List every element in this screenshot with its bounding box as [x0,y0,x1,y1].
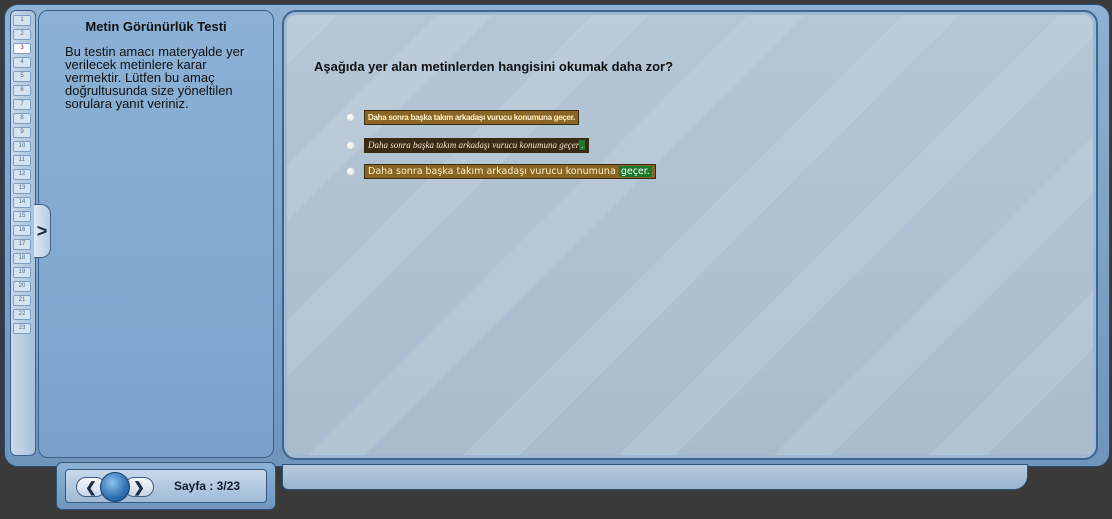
radio-button[interactable] [346,167,355,176]
page-tab[interactable]: 4 [13,57,31,68]
option-text: Daha sonra başka takım arkadaşı vurucu k… [364,164,656,179]
chevron-right-icon: ❯ [133,478,145,495]
page-tab[interactable]: 11 [13,155,31,166]
page-tab[interactable]: 13 [13,183,31,194]
page-indicator: Sayfa : 3/23 [174,479,241,493]
page-tab[interactable]: 12 [13,169,31,180]
page-tab[interactable]: 18 [13,253,31,264]
nav-knob[interactable] [100,472,130,502]
page-tab[interactable]: 2 [13,29,31,40]
answer-option-1[interactable]: Daha sonra başka takım arkadaşı vurucu k… [346,110,580,125]
page-tab[interactable]: 23 [13,323,31,334]
page-tab[interactable]: 17 [13,239,31,250]
highlighted-text: . [579,140,586,150]
page-tab[interactable]: 14 [13,197,31,208]
highlighted-text: geçer. [618,166,652,177]
chevron-right-icon: > [36,220,48,241]
page-tab[interactable]: 9 [13,127,31,138]
answer-option-3[interactable]: Daha sonra başka takım arkadaşı vurucu k… [346,164,656,179]
panel-toggle-button[interactable]: > [34,204,51,258]
page-tab-strip: 1 2 3 4 5 6 7 8 9 10 11 12 13 14 15 16 17 18 19 20 21 22 23 [10,10,36,456]
question-area: Aşağıda yer alan metinlerden hangisini o… [282,10,1098,460]
page-tab[interactable]: 20 [13,281,31,292]
status-bar [282,464,1028,490]
answer-option-2[interactable]: Daha sonra başka takım arkadaşı vurucu k… [346,138,590,153]
page-tab[interactable]: 5 [13,71,31,82]
chevron-left-icon: ❮ [85,478,97,495]
page-tab[interactable]: 15 [13,211,31,222]
info-panel: Metin Görünürlük Testi Bu testin amacı m… [38,10,274,458]
page-tab[interactable]: 8 [13,113,31,124]
radio-button[interactable] [346,141,355,150]
page-tab[interactable]: 10 [13,141,31,152]
page-tab[interactable]: 1 [13,15,31,26]
page-tab[interactable]: 21 [13,295,31,306]
page-tab[interactable]: 7 [13,99,31,110]
question-text: Aşağıda yer alan metinlerden hangisini o… [314,59,674,74]
page-navigation: ❮ ❯ Sayfa : 3/23 [56,462,276,510]
panel-title: Metin Görünürlük Testi [85,19,227,34]
option-text: Daha sonra başka takım arkadaşı vurucu k… [364,110,580,125]
page-tab[interactable]: 16 [13,225,31,236]
nav-control: ❮ ❯ Sayfa : 3/23 [65,469,267,503]
page-tab[interactable]: 22 [13,309,31,320]
option-text: Daha sonra başka takım arkadaşı vurucu k… [364,138,590,153]
radio-button[interactable] [346,113,355,122]
page-tab[interactable]: 6 [13,85,31,96]
panel-description: Bu testin amacı materyalde yer verilecek… [65,44,245,111]
page-tab[interactable]: 19 [13,267,31,278]
page-tab[interactable]: 3 [13,43,31,54]
